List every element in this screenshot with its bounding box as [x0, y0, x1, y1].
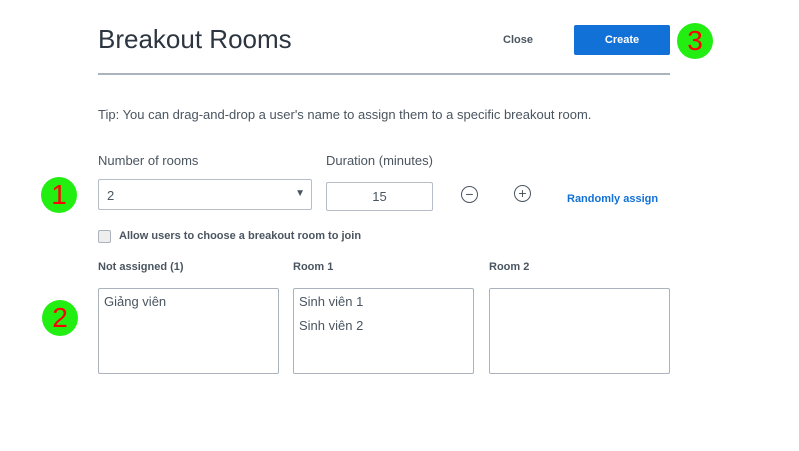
user-item[interactable]: Sinh viên 2: [299, 318, 468, 333]
header-divider: [98, 73, 670, 75]
duration-input[interactable]: 15: [326, 182, 433, 211]
randomly-assign-link[interactable]: Randomly assign: [567, 193, 658, 205]
annotation-marker-2: 2: [42, 300, 78, 336]
user-item[interactable]: Giảng viên: [104, 294, 273, 309]
minus-circle-icon[interactable]: −: [461, 186, 478, 203]
column-header-room-1: Room 1: [293, 261, 334, 273]
user-item[interactable]: Sinh viên 1: [299, 294, 468, 309]
rooms-select[interactable]: 2 ▼: [98, 179, 312, 210]
create-button[interactable]: Create: [574, 25, 670, 55]
close-button[interactable]: Close: [490, 26, 546, 54]
annotation-marker-1: 1: [41, 177, 77, 213]
annotation-marker-3: 3: [677, 23, 713, 59]
dropdown-arrow-icon: ▼: [295, 188, 305, 199]
rooms-value: 2: [107, 188, 115, 203]
rooms-label: Number of rooms: [98, 153, 199, 168]
room-2-list[interactable]: [489, 288, 670, 374]
allow-choose-checkbox[interactable]: [98, 230, 111, 243]
allow-choose-label: Allow users to choose a breakout room to…: [119, 230, 362, 242]
column-header-not-assigned: Not assigned (1): [98, 261, 184, 273]
column-header-room-2: Room 2: [489, 261, 530, 273]
duration-label: Duration (minutes): [326, 153, 433, 168]
page-title: Breakout Rooms: [98, 24, 292, 54]
plus-circle-icon[interactable]: +: [514, 185, 531, 202]
room-1-list[interactable]: Sinh viên 1 Sinh viên 2: [293, 288, 474, 374]
not-assigned-list[interactable]: Giảng viên: [98, 288, 279, 374]
tip-text: Tip: You can drag-and-drop a user's name…: [98, 107, 592, 122]
